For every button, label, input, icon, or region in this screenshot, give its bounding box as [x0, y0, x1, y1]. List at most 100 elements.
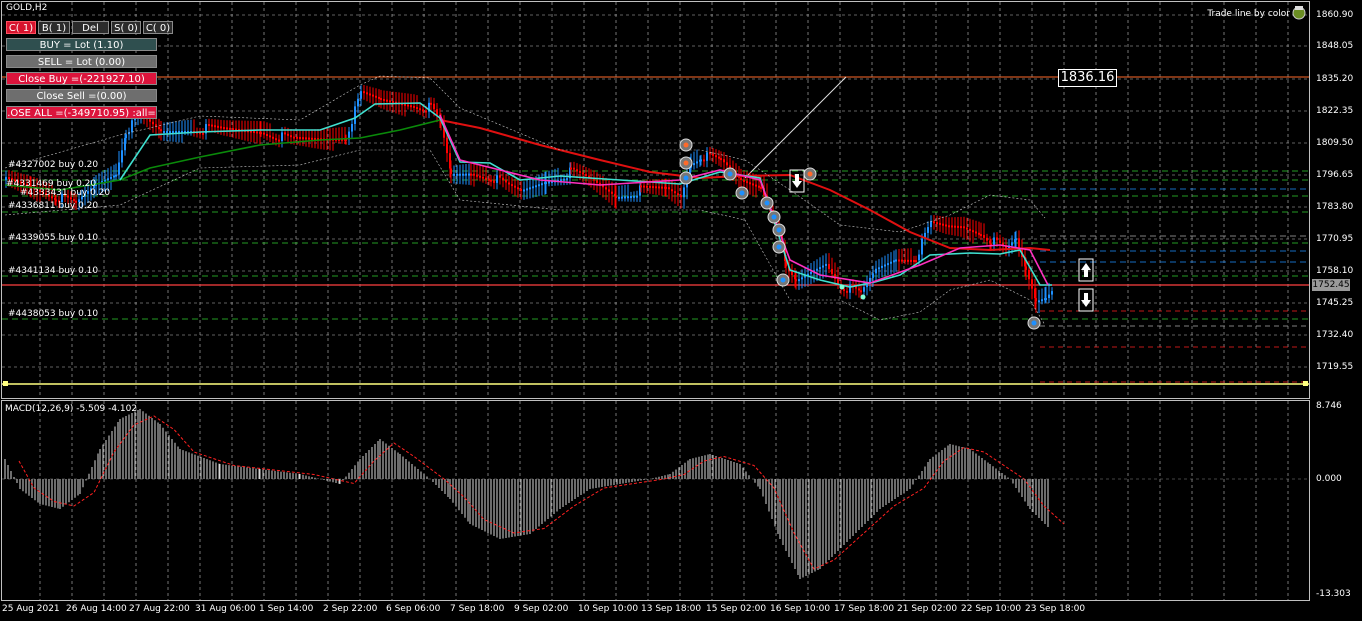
close-buy-button[interactable]: Close Buy =(-221927.10) — [6, 72, 157, 85]
order-label[interactable]: #4336811 buy 0.20 — [8, 201, 98, 211]
trade-line-price-box[interactable]: 1836.16 — [1058, 69, 1117, 87]
order-label[interactable]: #4341134 buy 0.10 — [8, 266, 98, 276]
price-axis-tick: 1745.25 — [1316, 298, 1354, 308]
candle-body — [945, 224, 947, 227]
candle-body — [907, 259, 909, 262]
level-handle-right — [1303, 381, 1308, 386]
order-label[interactable]: #4438053 buy 0.10 — [8, 309, 98, 319]
time-axis-tick: 31 Aug 06:00 — [195, 604, 256, 614]
candle-body — [570, 167, 572, 170]
candle-body — [485, 177, 487, 180]
candle-body — [496, 175, 498, 183]
candle-body — [526, 188, 528, 191]
candle-body — [416, 107, 418, 110]
top-button-2[interactable]: Del — [72, 21, 109, 34]
top-button-1[interactable]: B( 1) — [38, 21, 70, 34]
time-axis-tick: 15 Sep 02:00 — [706, 604, 767, 614]
candle-body — [287, 133, 289, 136]
candle-body — [490, 179, 492, 182]
candle-body — [585, 174, 587, 177]
candle-body — [1031, 279, 1033, 289]
candle-body — [863, 287, 865, 292]
candle-body — [407, 104, 409, 107]
order-label[interactable]: #4333431 buy 0.20 — [20, 188, 110, 198]
candle-body — [1038, 300, 1040, 303]
candle-body — [915, 260, 917, 263]
candle-body — [700, 159, 702, 162]
candle-body — [884, 264, 886, 267]
candle-body — [520, 188, 522, 191]
price-axis-tick: 1783.80 — [1316, 202, 1354, 212]
candle-body — [869, 277, 871, 283]
close-sell-button[interactable]: Close Sell =(0.00) — [6, 89, 157, 102]
candle-body — [465, 173, 467, 176]
candle-body — [479, 175, 481, 178]
trade-line-icon[interactable] — [1291, 4, 1307, 20]
candle-body — [293, 136, 295, 139]
buy-lot-button[interactable]: BUY = Lot (1.10) — [6, 38, 157, 51]
candle-body — [360, 91, 362, 99]
candle-body — [275, 138, 277, 141]
candle-body — [468, 173, 470, 176]
price-axis-tick: 1719.55 — [1316, 362, 1354, 372]
candle-body — [299, 136, 301, 139]
candle-body — [256, 131, 258, 134]
current-price-tag: 1752.45 — [1312, 279, 1350, 291]
candle-body — [640, 185, 642, 188]
price-axis-tick: 1822.35 — [1316, 106, 1354, 116]
candle-body — [113, 175, 115, 178]
candle-body — [746, 181, 748, 184]
candle-body — [726, 162, 728, 166]
candle-body — [720, 158, 722, 161]
level-handle-left — [3, 381, 8, 386]
candle-body — [269, 135, 271, 138]
candle-body — [383, 98, 385, 101]
time-axis-tick: 10 Sep 10:00 — [578, 604, 639, 614]
price-axis-tick: 1860.90 — [1316, 10, 1354, 20]
candle-body — [576, 169, 578, 172]
candle-body — [636, 195, 638, 198]
candle-body — [875, 268, 877, 274]
top-button-0[interactable]: C( 1) — [6, 21, 36, 34]
candle-body — [898, 259, 900, 262]
candle-body — [936, 222, 938, 225]
time-axis-tick: 17 Sep 18:00 — [834, 604, 895, 614]
candle-body — [910, 259, 912, 262]
order-label[interactable]: #4339055 buy 0.10 — [8, 233, 98, 243]
time-axis-tick: 7 Sep 18:00 — [450, 604, 505, 614]
order-marker-dot — [683, 160, 689, 166]
order-marker-dot — [683, 175, 689, 181]
candle-body — [878, 267, 880, 270]
order-marker-dot — [1031, 320, 1037, 326]
candle-body — [996, 237, 998, 241]
candle-body — [523, 189, 525, 192]
candle-body — [220, 126, 222, 129]
top-button-4[interactable]: C( 0) — [143, 21, 173, 34]
chart-canvas[interactable] — [0, 0, 1362, 621]
macd-axis-tick: -13.303 — [1316, 589, 1351, 599]
candle-body — [849, 284, 851, 293]
candle-body — [1018, 238, 1020, 248]
candle-body — [311, 137, 313, 140]
candle-body — [975, 231, 977, 234]
order-marker-dot — [807, 171, 813, 177]
candle-body — [430, 102, 432, 105]
candle-body — [419, 108, 421, 111]
candle-body — [211, 124, 213, 127]
order-label[interactable]: #4327002 buy 0.20 — [8, 160, 98, 170]
candle-body — [618, 196, 620, 199]
candle-body — [573, 167, 575, 170]
candle-body — [563, 178, 565, 181]
candle-body — [410, 105, 412, 108]
close-all-button[interactable]: .OSE ALL =(-349710.95) :all= — [6, 106, 157, 119]
candle-body — [890, 261, 892, 264]
sell-lot-button[interactable]: SELL = Lot (0.00) — [6, 55, 157, 68]
candle-body — [511, 184, 513, 187]
candle-body — [624, 196, 626, 199]
candle-body — [446, 137, 448, 154]
macd-panel-frame — [1, 400, 1310, 601]
candle-body — [110, 176, 112, 179]
top-button-3[interactable]: S( 0) — [111, 21, 141, 34]
candle-body — [104, 179, 106, 182]
candle-body — [665, 186, 667, 189]
